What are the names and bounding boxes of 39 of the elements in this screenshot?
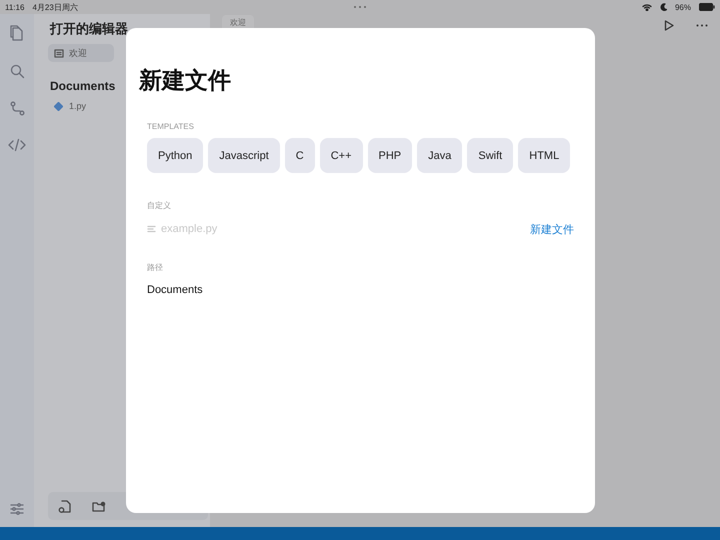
template-button[interactable]: Swift — [467, 138, 514, 173]
moon-icon — [660, 3, 667, 11]
template-button[interactable]: Python — [147, 138, 204, 173]
files-icon[interactable] — [9, 24, 25, 42]
status-date: 4月23日周六 — [32, 2, 78, 12]
status-time: 11:16 — [5, 2, 24, 12]
section-label: 路径 — [147, 262, 163, 273]
template-button[interactable]: Javascript — [208, 138, 280, 173]
battery-percent: 96% — [674, 2, 691, 12]
template-button[interactable]: C — [284, 138, 315, 173]
branch-icon[interactable] — [10, 101, 24, 116]
play-icon[interactable] — [664, 20, 674, 31]
battery-icon — [699, 3, 715, 11]
create-file-link[interactable]: 新建文件 — [530, 222, 574, 236]
open-editor-label: 欢迎 — [69, 46, 87, 60]
more-icon[interactable] — [696, 24, 708, 27]
new-folder-icon[interactable] — [92, 500, 106, 512]
file-item[interactable]: 1.py — [69, 101, 86, 111]
code-icon[interactable] — [8, 138, 26, 152]
sidebar-title: 打开的编辑器 — [48, 20, 129, 38]
welcome-icon — [54, 48, 64, 58]
wifi-icon — [642, 3, 652, 11]
settings-sliders-icon[interactable] — [10, 503, 24, 515]
new-file-icon[interactable] — [58, 500, 72, 512]
text-lines-icon — [147, 225, 156, 233]
folder-title: Documents — [49, 79, 116, 93]
dialog-title: 新建文件 — [139, 66, 232, 94]
path-value: Documents — [147, 284, 203, 296]
tab-label: 欢迎 — [230, 16, 246, 28]
open-editor-item[interactable]: 欢迎 — [48, 44, 114, 62]
template-button[interactable]: C++ — [320, 138, 363, 173]
template-button[interactable]: Java — [417, 138, 462, 173]
section-label: TEMPLATES — [147, 122, 194, 131]
python-file-icon — [54, 102, 63, 110]
more-dots-icon — [352, 5, 367, 9]
template-button[interactable]: HTML — [518, 138, 570, 173]
template-button[interactable]: PHP — [368, 138, 412, 173]
search-icon[interactable] — [10, 64, 24, 79]
section-label: 自定义 — [147, 200, 171, 211]
